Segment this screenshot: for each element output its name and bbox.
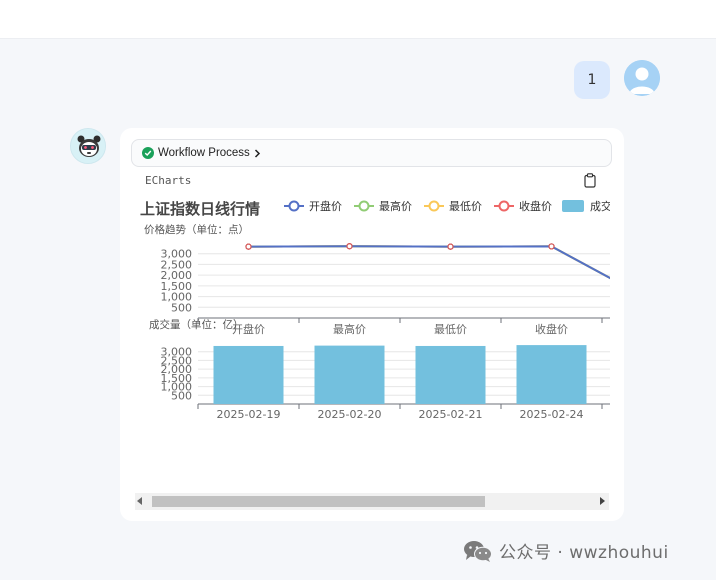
series-point-0-0 [245, 243, 252, 250]
wechat-icon [464, 540, 492, 562]
user-message-text: 1 [587, 72, 597, 88]
series-line-1 [248, 245, 610, 280]
legend-label-3: 收盘价 [519, 199, 552, 213]
price-category-label-3: 收盘价 [535, 322, 568, 336]
legend-label-2: 最低价 [449, 200, 482, 213]
volume-category-label-1: 2025-02-20 [318, 408, 382, 421]
top-bar [0, 0, 716, 39]
bot-avatar [70, 128, 106, 164]
legend-label-4: 成交量 [590, 199, 610, 213]
price-ytick-5: 3,000 [161, 248, 193, 261]
scroll-right-arrow-icon[interactable] [600, 497, 605, 505]
volume-ytick-5: 3,000 [161, 346, 193, 359]
volume-bar-0 [213, 345, 284, 404]
price-category-label-1: 最高价 [333, 322, 366, 336]
user-message-bubble: 1 [574, 61, 610, 99]
workflow-process-toggle[interactable]: Workflow Process [131, 139, 612, 167]
volume-bar-2 [415, 345, 486, 404]
volume-category-label-2: 2025-02-21 [419, 408, 483, 421]
series-point-0-3 [548, 243, 555, 250]
price-category-label-2: 最低价 [434, 323, 467, 336]
user-avatar[interactable] [624, 60, 660, 96]
check-circle-icon [142, 147, 154, 159]
legend-label-1: 最高价 [379, 199, 412, 213]
scrollbar-thumb[interactable] [152, 496, 485, 507]
volume-bar-1 [314, 345, 385, 404]
volume-category-label-3: 2025-02-24 [520, 408, 584, 421]
scroll-left-arrow-icon[interactable] [137, 497, 142, 505]
chevron-right-icon [254, 148, 261, 158]
horizontal-scrollbar[interactable] [135, 493, 609, 510]
price-ylabel: 价格趋势（单位：点） [144, 223, 249, 236]
series-line-3 [248, 245, 610, 280]
volume-category-label-0: 2025-02-19 [217, 408, 281, 421]
chart-viewport: 上证指数日线行情开盘价最高价最低价收盘价成交量价格趋势（单位：点）5001,00… [134, 193, 610, 493]
legend-label-0: 开盘价 [309, 199, 342, 213]
legend-marker-4 [562, 200, 584, 212]
user-icon [624, 60, 660, 96]
echarts-header-label: ECharts [145, 174, 192, 187]
volume-ylabel: 成交量（单位：亿） [149, 318, 244, 331]
legend-marker-2 [428, 200, 440, 212]
watermark: 公众号 · wwzhouhui [463, 538, 669, 563]
series-line-0 [248, 245, 610, 280]
clipboard-copy-icon[interactable] [584, 173, 596, 188]
workflow-process-label: Workflow Process [158, 147, 250, 159]
series-point-0-1 [346, 243, 353, 250]
series-point-0-2 [447, 243, 454, 250]
series-line-2 [248, 245, 610, 280]
chart-title: 上证指数日线行情 [140, 200, 260, 218]
volume-bar-3 [516, 345, 587, 404]
legend-marker-1 [358, 200, 370, 212]
legend-marker-3 [498, 200, 510, 212]
legend-marker-0 [288, 200, 300, 212]
watermark-text: 公众号 · wwzhouhui [499, 543, 669, 563]
chart-canvas: 上证指数日线行情开盘价最高价最低价收盘价成交量价格趋势（单位：点）5001,00… [140, 199, 610, 421]
robot-bear-icon [71, 129, 105, 163]
